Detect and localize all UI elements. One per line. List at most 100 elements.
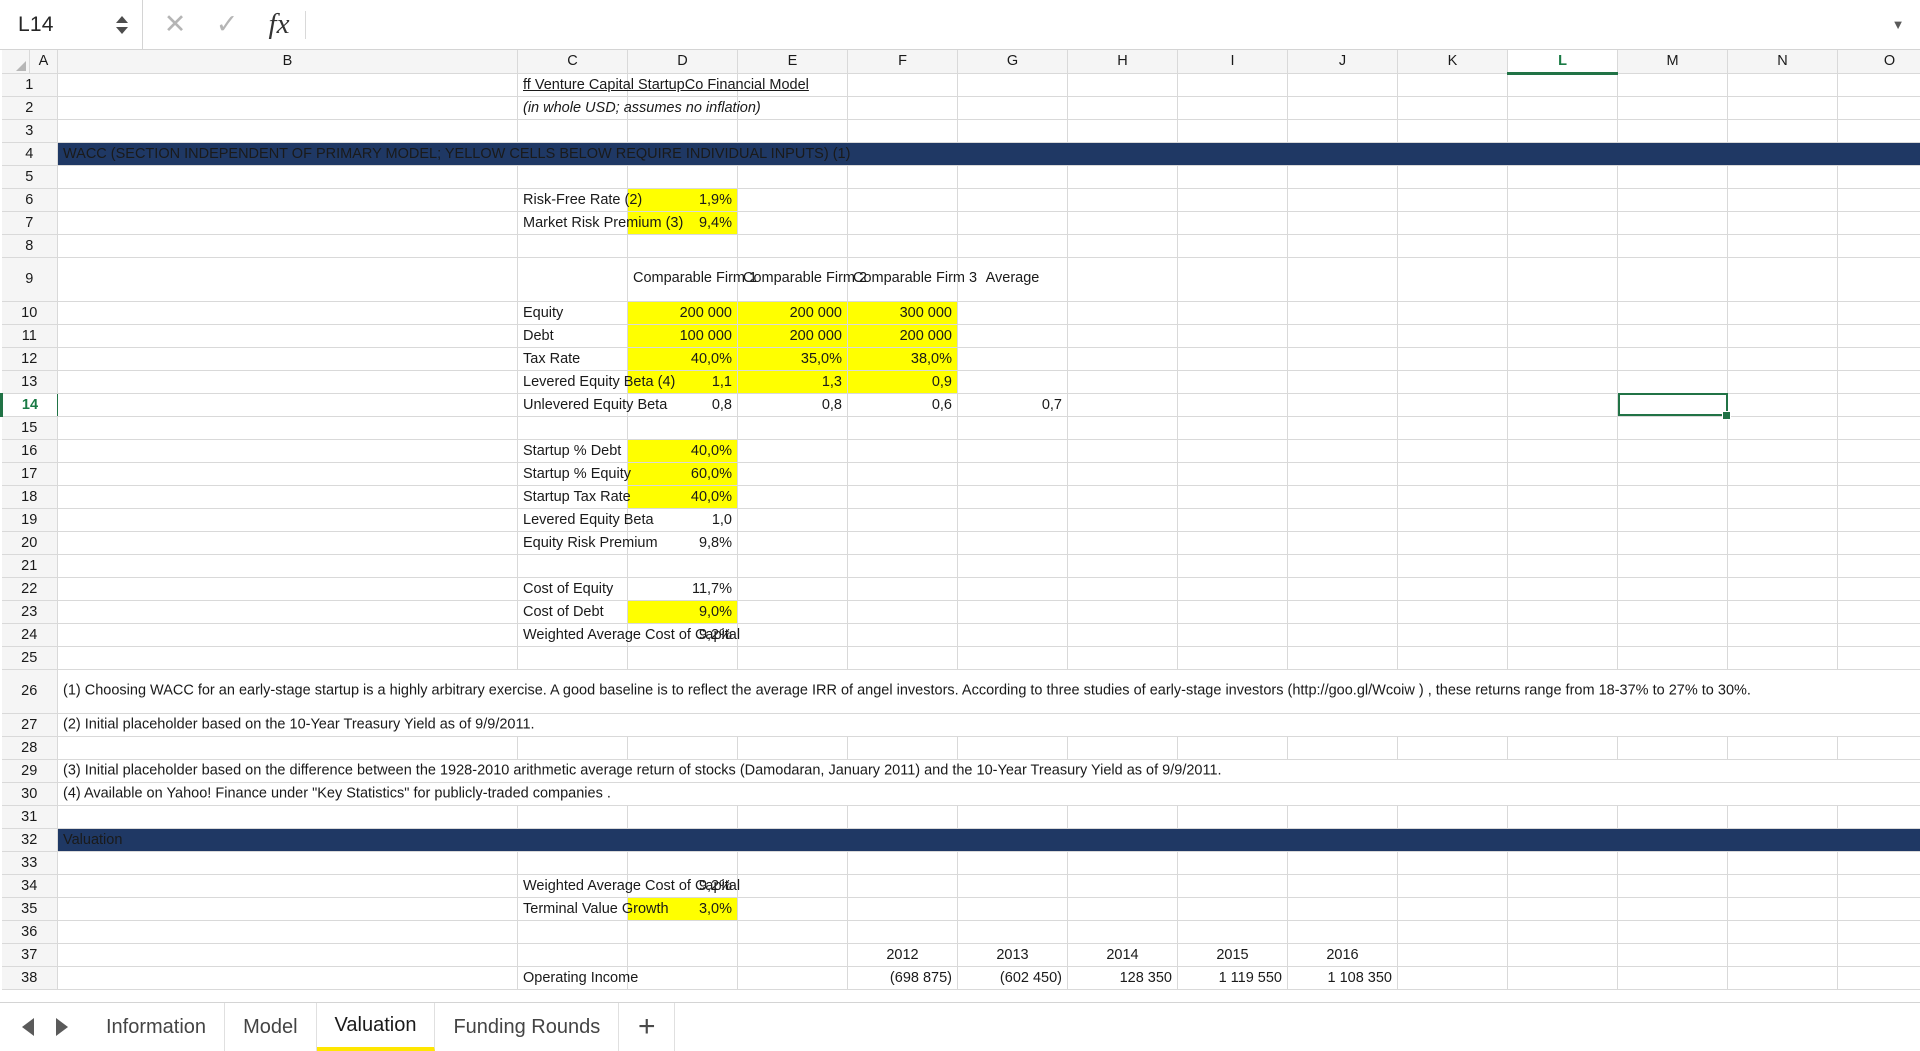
footnote-cell-b27[interactable]: (2) Initial placeholder based on the 10-…: [57, 713, 1920, 737]
column-header-l[interactable]: L: [1507, 50, 1618, 75]
cell-B36[interactable]: [517, 920, 628, 944]
cell-L10[interactable]: [1617, 301, 1728, 325]
cell-E15[interactable]: [847, 416, 958, 440]
cell-E3[interactable]: [847, 119, 958, 143]
cell-H25[interactable]: [1177, 646, 1288, 670]
cell-F14[interactable]: 0,7: [957, 393, 1068, 417]
cell-F18[interactable]: [957, 485, 1068, 509]
cell-M2[interactable]: [1727, 96, 1838, 120]
cell-J10[interactable]: [1397, 301, 1508, 325]
cell-H11[interactable]: [1177, 324, 1288, 348]
cell-K3[interactable]: [1507, 119, 1618, 143]
cell-E5[interactable]: [847, 165, 958, 189]
row-header-20[interactable]: 20: [1, 531, 58, 555]
cell-L16[interactable]: [1617, 439, 1728, 463]
cell-M20[interactable]: [1727, 531, 1838, 555]
cell-F3[interactable]: [957, 119, 1068, 143]
cell-G5[interactable]: [1067, 165, 1178, 189]
chevron-down-icon[interactable]: ▼: [1876, 0, 1920, 49]
cell-L2[interactable]: [1617, 96, 1728, 120]
cell-M28[interactable]: [1727, 736, 1838, 760]
cell-H15[interactable]: [1177, 416, 1288, 440]
cell-F31[interactable]: [957, 805, 1068, 829]
cell-E22[interactable]: [847, 577, 958, 601]
cell-G1[interactable]: [1067, 73, 1178, 97]
cell-I37[interactable]: 2016: [1287, 943, 1398, 967]
cell-C3[interactable]: [627, 119, 738, 143]
cell-G17[interactable]: [1067, 462, 1178, 486]
cell-I1[interactable]: [1287, 73, 1398, 97]
cell-B38[interactable]: Operating Income: [517, 966, 638, 990]
cell-L19[interactable]: [1617, 508, 1728, 532]
cell-E35[interactable]: [847, 897, 958, 921]
cell-N17[interactable]: [1837, 462, 1920, 486]
cell-N1[interactable]: [1837, 73, 1920, 97]
cell-M21[interactable]: [1727, 554, 1838, 578]
cell-K5[interactable]: [1507, 165, 1618, 189]
cell-F21[interactable]: [957, 554, 1068, 578]
cell-D8[interactable]: [737, 234, 848, 258]
cell-C28[interactable]: [627, 736, 738, 760]
row-header-7[interactable]: 7: [1, 211, 58, 235]
cell-G35[interactable]: [1067, 897, 1178, 921]
cell-K14[interactable]: [1507, 393, 1618, 417]
cell-C8[interactable]: [627, 234, 738, 258]
cell-J17[interactable]: [1397, 462, 1508, 486]
cell-L9[interactable]: [1617, 257, 1728, 302]
cell-H34[interactable]: [1177, 874, 1288, 898]
cell-L6[interactable]: [1617, 188, 1728, 212]
cell-L24[interactable]: [1617, 623, 1728, 647]
cell-B2[interactable]: (in whole USD; assumes no inflation): [517, 96, 761, 120]
cell-K18[interactable]: [1507, 485, 1618, 509]
cell-K28[interactable]: [1507, 736, 1618, 760]
cell-L13[interactable]: [1617, 370, 1728, 394]
cell-H24[interactable]: [1177, 623, 1288, 647]
cell-I17[interactable]: [1287, 462, 1398, 486]
name-box[interactable]: L14: [0, 0, 143, 49]
cell-D15[interactable]: [737, 416, 848, 440]
cell-J6[interactable]: [1397, 188, 1508, 212]
cell-N36[interactable]: [1837, 920, 1920, 944]
cell-F37[interactable]: 2013: [957, 943, 1068, 967]
cell-I11[interactable]: [1287, 324, 1398, 348]
cell-F34[interactable]: [957, 874, 1068, 898]
cell-N7[interactable]: [1837, 211, 1920, 235]
column-header-b[interactable]: B: [57, 50, 518, 74]
insert-function-icon[interactable]: fx: [253, 0, 305, 50]
column-header-j[interactable]: J: [1287, 50, 1398, 74]
cell-E37[interactable]: 2012: [847, 943, 958, 967]
row-header-13[interactable]: 13: [1, 370, 58, 394]
cell-M25[interactable]: [1727, 646, 1838, 670]
cell-N33[interactable]: [1837, 851, 1920, 875]
cell-J28[interactable]: [1397, 736, 1508, 760]
cell-A8[interactable]: [57, 234, 518, 258]
cell-G31[interactable]: [1067, 805, 1178, 829]
column-header-o[interactable]: O: [1837, 50, 1920, 74]
cell-I22[interactable]: [1287, 577, 1398, 601]
cell-N11[interactable]: [1837, 324, 1920, 348]
cell-J22[interactable]: [1397, 577, 1508, 601]
cell-B12[interactable]: Tax Rate: [517, 347, 628, 371]
cell-D12[interactable]: 35,0%: [737, 347, 848, 371]
cell-N3[interactable]: [1837, 119, 1920, 143]
cell-B28[interactable]: [517, 736, 628, 760]
cell-H20[interactable]: [1177, 531, 1288, 555]
cell-K21[interactable]: [1507, 554, 1618, 578]
cell-N2[interactable]: [1837, 96, 1920, 120]
cell-C38[interactable]: [627, 966, 738, 990]
row-header-35[interactable]: 35: [1, 897, 58, 921]
cell-M34[interactable]: [1727, 874, 1838, 898]
cell-J24[interactable]: [1397, 623, 1508, 647]
cell-K23[interactable]: [1507, 600, 1618, 624]
cell-A23[interactable]: [57, 600, 518, 624]
cell-A22[interactable]: [57, 577, 518, 601]
row-header-36[interactable]: 36: [1, 920, 58, 944]
cell-E12[interactable]: 38,0%: [847, 347, 958, 371]
cell-E25[interactable]: [847, 646, 958, 670]
cell-A9[interactable]: [57, 257, 518, 302]
cell-C17[interactable]: 60,0%: [627, 462, 738, 486]
cell-I36[interactable]: [1287, 920, 1398, 944]
cell-D25[interactable]: [737, 646, 848, 670]
cell-F36[interactable]: [957, 920, 1068, 944]
cell-A18[interactable]: [57, 485, 518, 509]
